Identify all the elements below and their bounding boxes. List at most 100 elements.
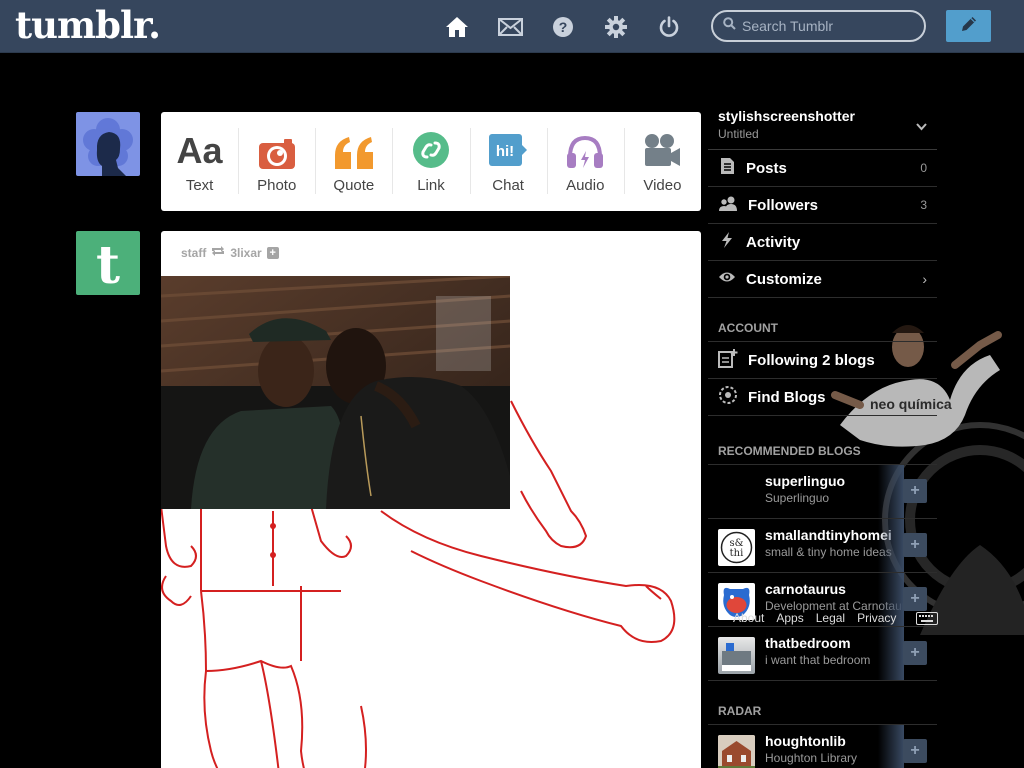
search-icon: [723, 17, 736, 35]
post-type-label: Link: [417, 177, 445, 194]
footer-link-privacy[interactable]: Privacy: [857, 611, 896, 625]
blog-name[interactable]: superlinguo: [765, 473, 845, 489]
footer-link-apps[interactable]: Apps: [776, 611, 803, 625]
video-camera-icon: [643, 129, 681, 169]
post-type-label: Chat: [492, 177, 524, 194]
text-post-button[interactable]: Aa Text: [161, 112, 238, 211]
quote-icon: [333, 129, 375, 169]
user-avatar[interactable]: [76, 112, 140, 176]
blog-name[interactable]: carnotaurus: [765, 581, 846, 597]
staff-avatar[interactable]: t: [76, 231, 140, 295]
chat-icon: hi!: [488, 129, 528, 169]
audio-post-button[interactable]: Audio: [546, 112, 624, 211]
follow-plus-button[interactable]: +: [903, 739, 927, 763]
svg-text:thi: thi: [730, 548, 744, 559]
camera-icon: [258, 129, 296, 169]
link-post-button[interactable]: Link: [392, 112, 469, 211]
sidebar-item-label: Following 2 blogs: [748, 351, 875, 369]
blog-title: Untitled: [718, 127, 759, 141]
follow-plus-icon[interactable]: +: [266, 246, 279, 259]
account-section-header: ACCOUNT: [708, 298, 937, 342]
recommended-section-header: RECOMMENDED BLOGS: [708, 416, 937, 465]
right-sidebar: stylishscreenshotter Untitled Posts 0 Fo…: [708, 100, 937, 768]
post-header: staff 3lixar +: [181, 245, 279, 260]
sidebar-item-label: Find Blogs: [748, 388, 826, 406]
chevron-right-icon: ›: [922, 271, 927, 287]
sidebar-item-find-blogs[interactable]: Find Blogs: [708, 379, 937, 416]
sidebar-item-posts[interactable]: Posts 0: [708, 150, 937, 187]
following-icon: [718, 348, 738, 373]
blog-name[interactable]: smallandtinyhomei: [765, 527, 892, 543]
dashboard-post: staff 3lixar +: [161, 231, 701, 768]
sidebar-item-label: Customize: [746, 270, 822, 288]
footer-link-legal[interactable]: Legal: [816, 611, 845, 625]
svg-text:t: t: [96, 235, 120, 295]
tumblr-logo[interactable]: tumblr.: [15, 3, 161, 47]
home-icon[interactable]: [444, 14, 470, 40]
logout-power-icon[interactable]: [656, 14, 682, 40]
radar-section-header: RADAR: [708, 681, 937, 725]
link-icon: [412, 129, 450, 169]
post-photo[interactable]: [161, 276, 510, 509]
search-box[interactable]: [711, 10, 926, 42]
post-type-label: Audio: [566, 177, 605, 194]
footer-links: About Apps Legal Privacy: [733, 611, 896, 625]
sidebar-item-label: Followers: [748, 196, 819, 214]
video-post-button[interactable]: Video: [623, 112, 701, 211]
posts-count: 0: [920, 161, 927, 175]
document-icon: [718, 157, 736, 180]
svg-text:hi!: hi!: [496, 143, 514, 160]
quote-post-button[interactable]: Quote: [315, 112, 392, 211]
blog-name: stylishscreenshotter: [718, 108, 855, 124]
blog-name[interactable]: houghtonlib: [765, 733, 846, 749]
blog-switcher[interactable]: stylishscreenshotter Untitled: [708, 100, 937, 150]
pencil-icon: [959, 14, 979, 39]
blog-avatar[interactable]: [718, 735, 755, 768]
svg-text:?: ?: [559, 19, 568, 35]
headphones-icon: [565, 129, 605, 169]
post-type-label: Quote: [333, 177, 375, 194]
text-icon: Aa: [176, 130, 223, 171]
compass-icon: [718, 385, 738, 410]
photo-post-button[interactable]: Photo: [238, 112, 315, 211]
reblogged-from-link[interactable]: 3lixar: [230, 246, 261, 260]
chat-post-button[interactable]: hi! Chat: [469, 112, 547, 211]
post-type-bar: Aa Text Photo Quote Link hi! Chat Audio: [161, 112, 701, 211]
compose-post-button[interactable]: [946, 10, 991, 42]
blog-avatar[interactable]: [718, 637, 755, 674]
post-type-label: Text: [185, 177, 214, 194]
recommended-blog[interactable]: superlinguo Superlinguo +: [708, 465, 937, 519]
follow-plus-button[interactable]: +: [903, 641, 927, 665]
blog-avatar[interactable]: s& thi: [718, 529, 755, 566]
reblog-icon: [211, 245, 225, 260]
eye-icon: [718, 270, 736, 289]
lightning-icon: [718, 231, 736, 254]
recommended-blog[interactable]: s& thi smallandtinyhomei small & tiny hom…: [708, 519, 937, 573]
people-icon: [718, 195, 738, 216]
sidebar-item-followers[interactable]: Followers 3: [708, 187, 937, 224]
blog-name[interactable]: thatbedroom: [765, 635, 851, 651]
mail-icon[interactable]: [497, 14, 523, 40]
sidebar-item-activity[interactable]: Activity: [708, 224, 937, 261]
post-type-label: Photo: [257, 177, 297, 194]
followers-count: 3: [920, 198, 927, 212]
post-type-label: Video: [643, 177, 682, 194]
follow-plus-button[interactable]: +: [903, 533, 927, 557]
chevron-down-icon: [916, 118, 927, 136]
follow-plus-button[interactable]: +: [903, 479, 927, 503]
blog-avatar[interactable]: [718, 475, 755, 512]
top-navigation-bar: tumblr. ?: [0, 0, 1024, 53]
footer-link-about[interactable]: About: [733, 611, 764, 625]
sidebar-item-label: Activity: [746, 233, 801, 251]
search-input[interactable]: [742, 18, 912, 34]
recommended-blog[interactable]: thatbedroom i want that bedroom +: [708, 627, 937, 681]
post-author-link[interactable]: staff: [181, 246, 206, 260]
help-icon[interactable]: ?: [550, 14, 576, 40]
sidebar-item-label: Posts: [746, 159, 787, 177]
keyboard-shortcuts-icon[interactable]: [916, 612, 938, 630]
sidebar-item-customize[interactable]: Customize ›: [708, 261, 937, 298]
follow-plus-button[interactable]: +: [903, 587, 927, 611]
settings-gear-icon[interactable]: [603, 14, 629, 40]
sidebar-item-following[interactable]: Following 2 blogs: [708, 342, 937, 379]
radar-blog[interactable]: houghtonlib Houghton Library +: [708, 725, 937, 768]
